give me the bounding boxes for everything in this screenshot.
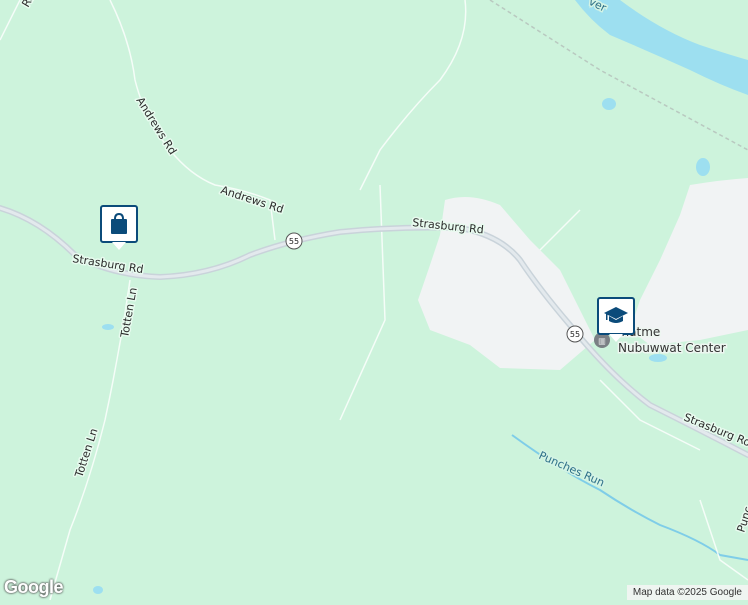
svg-text:▥: ▥ [598,337,606,346]
stream-label-punches-run: Punches Run [537,449,607,490]
map-canvas[interactable]: 55 55 Strasburg Rd Strasburg Rd Strasbur… [0,0,748,600]
road-label-totten-north: Totten Ln [118,286,140,339]
pond [93,586,103,594]
river [575,0,748,95]
school-marker[interactable] [597,297,635,335]
pond [649,354,667,362]
road-label-strasburg-east: Strasburg Ro [682,411,748,450]
road-label-strasburg-west: Strasburg Rd [72,252,145,276]
google-logo: Google [4,577,63,598]
pond [602,98,616,110]
place-label-line2: Nubuwwat Center [618,341,726,355]
graduation-cap-icon [603,305,629,327]
pond [102,324,114,330]
map-svg: 55 55 Strasburg Rd Strasburg Rd Strasbur… [0,0,748,600]
route-55-shield-west: 55 [286,233,302,249]
pond [696,158,710,176]
urban-area-east [630,178,748,345]
road-label-top-left-fragment: Ro [19,0,37,10]
road-label-andrews-north: Andrews Rd [133,95,179,157]
svg-text:55: 55 [570,330,580,339]
svg-text:55: 55 [289,237,299,246]
road-label-andrews-south: Andrews Rd [219,183,285,216]
map-attribution[interactable]: Map data ©2025 Google [627,585,748,600]
shopping-bag-icon [108,212,130,236]
route-55-shield-east: 55 [567,326,583,342]
shopping-marker[interactable] [100,205,138,243]
road-label-east-edge-fragment: Punc [734,505,748,534]
